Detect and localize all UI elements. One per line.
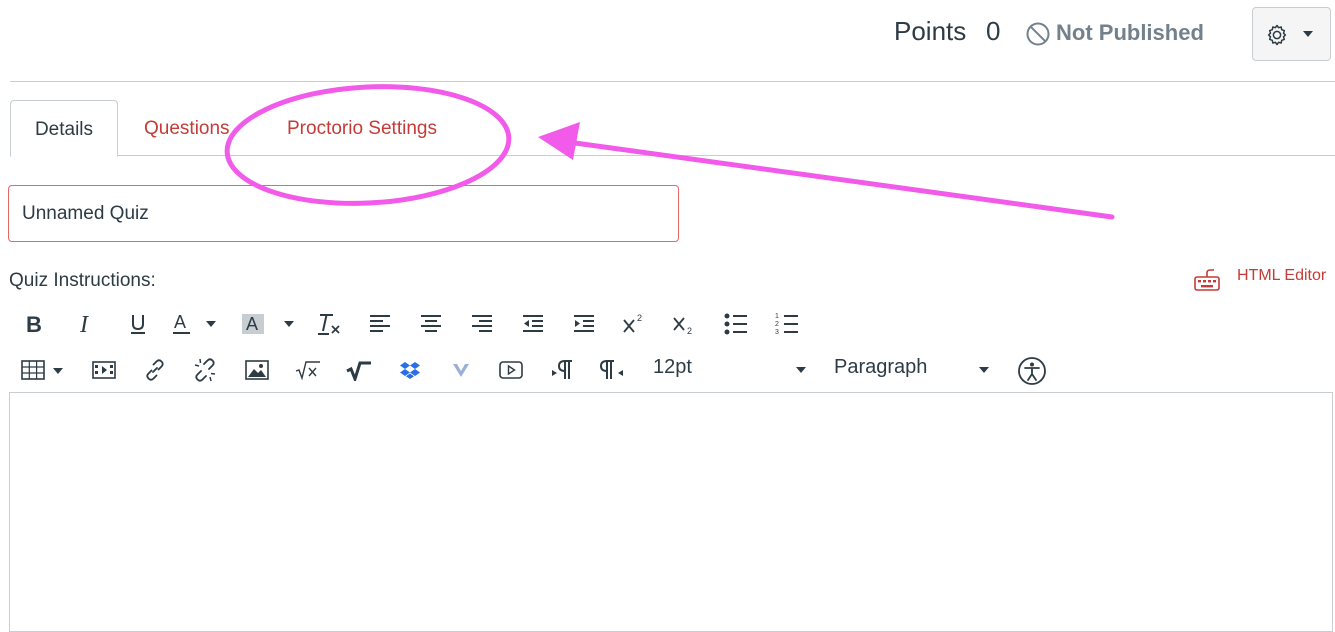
clear-formatting-icon xyxy=(318,314,340,335)
align-left-button[interactable] xyxy=(366,306,394,342)
align-right-button[interactable] xyxy=(468,306,496,342)
chevron-down-icon xyxy=(1303,31,1313,37)
svg-text:B: B xyxy=(26,313,42,335)
quiz-title-input[interactable] xyxy=(8,185,679,242)
superscript-icon: 2 xyxy=(623,313,642,333)
tab-details[interactable]: Details xyxy=(10,100,118,157)
accessibility-checker-button[interactable] xyxy=(1016,355,1048,387)
unlink-icon xyxy=(194,358,216,382)
v-logo-icon xyxy=(453,364,469,377)
font-size-select[interactable]: 12pt xyxy=(653,356,692,379)
rtl-direction-button[interactable] xyxy=(598,352,626,388)
header-divider xyxy=(10,81,1335,82)
numbered-list-icon: 123 xyxy=(775,313,798,336)
text-color-icon: A xyxy=(173,312,216,334)
quiz-instructions-label: Quiz Instructions: xyxy=(9,270,156,291)
html-editor-label: HTML Editor xyxy=(1237,267,1327,284)
rich-text-editor-area[interactable] xyxy=(9,392,1333,632)
tabs-divider xyxy=(10,155,1335,156)
paragraph-ltr-icon xyxy=(552,360,572,379)
bold-icon: B xyxy=(26,313,42,335)
video-play-icon xyxy=(499,361,523,379)
settings-menu-button[interactable] xyxy=(1252,7,1331,61)
accessibility-icon xyxy=(1018,357,1046,385)
dropbox-icon xyxy=(400,362,420,379)
highlight-color-icon: A xyxy=(242,314,294,334)
image-button[interactable] xyxy=(243,352,271,388)
dropbox-button[interactable] xyxy=(396,352,424,388)
indent-button[interactable] xyxy=(570,306,598,342)
numbered-list-button[interactable]: 123 xyxy=(773,306,801,342)
image-icon xyxy=(245,360,269,380)
svg-text:3: 3 xyxy=(775,329,779,336)
background-color-button[interactable]: A xyxy=(240,306,298,342)
indent-icon xyxy=(574,315,594,332)
equation-editor-button[interactable] xyxy=(344,352,374,388)
radical-icon xyxy=(346,361,371,381)
svg-text:A: A xyxy=(246,314,258,334)
quiz-header: Points 0 Not Published xyxy=(0,0,1335,82)
svg-text:2: 2 xyxy=(687,326,692,336)
points-value: 0 xyxy=(986,16,1001,46)
superscript-button[interactable]: 2 xyxy=(620,306,648,342)
link-icon xyxy=(146,359,164,381)
subscript-icon: 2 xyxy=(673,317,692,336)
svg-text:2: 2 xyxy=(637,313,642,323)
text-color-button[interactable]: A xyxy=(170,306,216,342)
align-center-button[interactable] xyxy=(417,306,445,342)
points-label: Points xyxy=(894,16,967,46)
unlink-button[interactable] xyxy=(191,352,219,388)
tab-proctorio-settings[interactable]: Proctorio Settings xyxy=(287,100,437,156)
block-format-select[interactable]: Paragraph xyxy=(834,356,927,379)
math-equation-button[interactable] xyxy=(293,352,323,388)
gear-icon xyxy=(1267,24,1287,46)
underline-icon xyxy=(131,315,145,334)
underline-button[interactable] xyxy=(124,306,152,342)
chevron-down-icon xyxy=(796,367,806,373)
vimeo-button[interactable] xyxy=(447,352,475,388)
keyboard-icon xyxy=(1194,269,1220,291)
outdent-icon xyxy=(523,315,543,332)
outdent-button[interactable] xyxy=(519,306,547,342)
embed-video-button[interactable] xyxy=(497,352,525,388)
paragraph-rtl-icon xyxy=(600,360,623,379)
italic-icon: I xyxy=(79,313,89,335)
chevron-down-icon xyxy=(979,367,989,373)
svg-text:1: 1 xyxy=(775,313,779,320)
square-root-icon xyxy=(295,361,320,381)
subscript-button[interactable]: 2 xyxy=(670,306,698,342)
media-button[interactable] xyxy=(90,352,118,388)
svg-text:I: I xyxy=(79,313,89,335)
clear-formatting-button[interactable] xyxy=(314,306,344,342)
align-center-icon xyxy=(421,315,441,332)
align-left-icon xyxy=(370,315,390,332)
tab-questions[interactable]: Questions xyxy=(144,100,230,156)
not-published-icon xyxy=(1026,22,1050,46)
link-button[interactable] xyxy=(141,352,169,388)
bold-button[interactable]: B xyxy=(20,306,48,342)
table-icon xyxy=(21,360,63,380)
bullet-list-icon xyxy=(724,313,747,335)
publish-status: Not Published xyxy=(1056,20,1204,45)
svg-text:2: 2 xyxy=(775,321,779,328)
svg-text:A: A xyxy=(174,312,186,332)
quiz-tabs: Details Questions Proctorio Settings xyxy=(0,100,1335,157)
ltr-direction-button[interactable] xyxy=(548,352,576,388)
bullet-list-button[interactable] xyxy=(722,306,750,342)
align-right-icon xyxy=(472,315,492,332)
italic-button[interactable]: I xyxy=(73,306,101,342)
film-icon xyxy=(92,361,116,379)
table-button[interactable] xyxy=(20,352,70,388)
